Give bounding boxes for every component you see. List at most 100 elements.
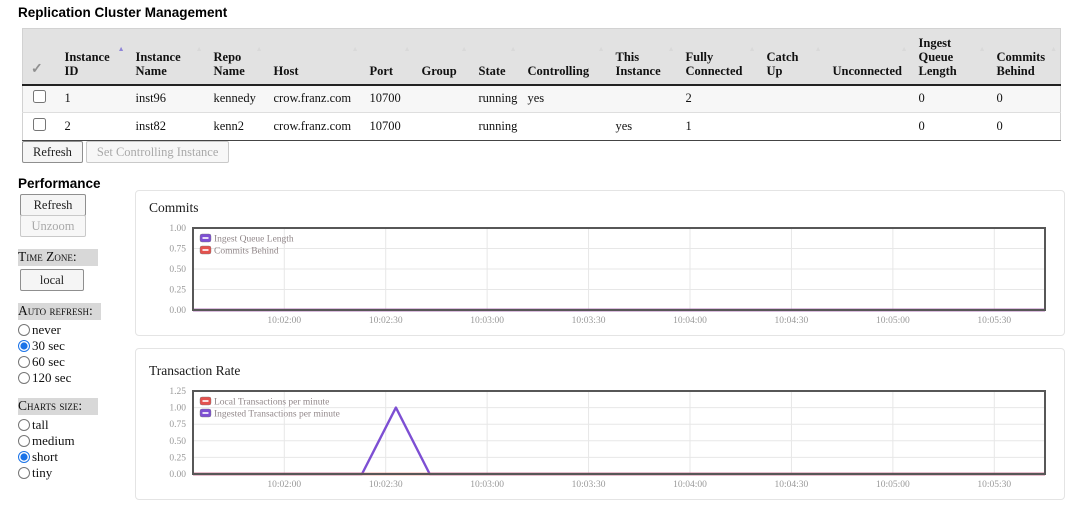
column-header-repo-name[interactable]: Repo Name ▲ xyxy=(205,28,266,86)
svg-text:0.25: 0.25 xyxy=(169,286,186,296)
column-header-label: Instance Name xyxy=(135,49,181,78)
radio-input-tall[interactable] xyxy=(18,419,30,431)
svg-text:0.75: 0.75 xyxy=(169,245,186,255)
sort-arrow-icon: ▲ xyxy=(1050,45,1057,53)
svg-text:Ingest Queue Length: Ingest Queue Length xyxy=(214,235,294,245)
select-all-check-icon: ✓ xyxy=(31,61,43,77)
svg-text:0.50: 0.50 xyxy=(169,437,186,447)
radio-option-30-sec[interactable]: 30 sec xyxy=(18,338,130,354)
svg-text:10:02:00: 10:02:00 xyxy=(267,480,301,490)
radio-label: never xyxy=(32,322,61,337)
column-header-state[interactable]: State ▲ xyxy=(470,28,520,86)
column-header-label: Catch Up xyxy=(766,49,799,78)
column-header-ingest-queue-length[interactable]: Ingest Queue Length ▲ xyxy=(910,28,989,86)
column-header-label: Host xyxy=(273,63,299,78)
radio-input-60-sec[interactable] xyxy=(18,356,30,368)
cell-commits-behind: 0 xyxy=(996,91,1003,106)
set-controlling-instance-button[interactable]: Set Controlling Instance xyxy=(85,141,230,163)
svg-text:10:05:00: 10:05:00 xyxy=(876,480,910,490)
radio-label: tiny xyxy=(32,465,53,480)
column-header-catch-up[interactable]: Catch Up ▲ xyxy=(758,28,825,86)
column-header-select[interactable]: ✓ xyxy=(22,28,57,86)
column-header-port[interactable]: Port ▲ xyxy=(361,28,414,86)
svg-text:10:03:30: 10:03:30 xyxy=(572,316,606,326)
column-header-label: Port xyxy=(369,63,394,78)
row-checkbox[interactable] xyxy=(33,90,47,104)
performance-title: Performance xyxy=(18,176,101,191)
radio-input-30-sec[interactable] xyxy=(18,340,30,352)
cell-group xyxy=(414,113,471,141)
cluster-table: ✓ Instance ID ▲ Instance Name ▲ Repo Name ▲ Hos… xyxy=(22,28,1061,141)
cell-ingest-queue-length: 0 xyxy=(918,91,925,106)
column-header-commits-behind[interactable]: Commits Behind ▲ xyxy=(988,28,1061,86)
column-header-label: Controlling xyxy=(527,63,590,78)
svg-text:10:04:30: 10:04:30 xyxy=(775,316,809,326)
column-header-unconnected[interactable]: Unconnected ▲ xyxy=(824,28,911,86)
column-header-controlling[interactable]: Controlling ▲ xyxy=(519,28,608,86)
column-header-label: Instance ID xyxy=(64,49,110,78)
radio-option-tall[interactable]: tall xyxy=(18,417,130,433)
cell-fully-connected: 2 xyxy=(685,91,692,106)
cell-ingest-queue-length: 0 xyxy=(918,119,925,133)
sort-arrow-icon: ▲ xyxy=(460,45,468,53)
cell-select xyxy=(23,85,57,113)
transaction-rate-chart-plot[interactable]: 0.00 0.25 0.50 0.75 1.00 1.25 10:02:00 10:02:30… xyxy=(136,349,1064,499)
column-header-host[interactable]: Host ▲ xyxy=(265,28,362,86)
cell-controlling xyxy=(520,113,608,141)
refresh-charts-button[interactable]: Refresh xyxy=(20,194,86,216)
radio-input-120-sec[interactable] xyxy=(18,372,30,384)
radio-option-60-sec[interactable]: 60 sec xyxy=(18,354,130,370)
svg-text:10:05:00: 10:05:00 xyxy=(876,316,910,326)
column-header-label: Fully Connected xyxy=(685,49,743,78)
radio-label: short xyxy=(32,449,58,464)
row-checkbox[interactable] xyxy=(33,118,47,131)
sort-arrow-icon: ▲ xyxy=(117,45,125,53)
column-header-this-instance[interactable]: This Instance ▲ xyxy=(607,28,678,86)
radio-option-tiny[interactable]: tiny xyxy=(18,465,130,481)
cell-catch-up xyxy=(759,113,825,141)
cell-repo-name: kennedy xyxy=(213,91,256,106)
column-header-instance-id[interactable]: Instance ID ▲ xyxy=(56,28,128,86)
sort-arrow-icon: ▲ xyxy=(900,45,908,53)
svg-text:1.00: 1.00 xyxy=(169,404,186,414)
radio-option-120-sec[interactable]: 120 sec xyxy=(18,370,130,386)
sort-arrow-icon: ▲ xyxy=(667,45,675,53)
svg-text:10:04:00: 10:04:00 xyxy=(673,480,707,490)
svg-text:Commits Behind: Commits Behind xyxy=(214,247,279,257)
cell-port: 10700 xyxy=(369,119,401,133)
radio-label: 60 sec xyxy=(32,354,65,369)
radio-option-short[interactable]: short xyxy=(18,449,130,465)
column-header-label: Repo Name xyxy=(213,49,245,78)
unzoom-button[interactable]: Unzoom xyxy=(20,215,86,237)
radio-option-medium[interactable]: medium xyxy=(18,433,130,449)
radio-input-short[interactable] xyxy=(18,451,30,463)
charts-size-label: Charts size: xyxy=(18,398,98,415)
table-actions: Refresh Set Controlling Instance xyxy=(22,141,230,163)
sort-arrow-icon: ▲ xyxy=(509,45,517,53)
radio-option-never[interactable]: never xyxy=(18,322,130,338)
sort-arrow-icon: ▲ xyxy=(814,45,822,53)
column-header-instance-name[interactable]: Instance Name ▲ xyxy=(127,28,206,86)
auto-refresh-label: Auto refresh: xyxy=(18,303,101,320)
svg-text:10:05:30: 10:05:30 xyxy=(977,316,1011,326)
commits-chart-plot[interactable]: 0.00 0.25 0.50 0.75 1.00 10:02:00 10:02:30 10:0… xyxy=(136,191,1064,335)
timezone-button[interactable]: local xyxy=(20,269,84,291)
radio-input-medium[interactable] xyxy=(18,435,30,447)
sort-arrow-icon: ▲ xyxy=(748,45,756,53)
table-row: 1 inst96 kennedy crow.franz.com 10700 running… xyxy=(22,84,1061,113)
refresh-table-button[interactable]: Refresh xyxy=(22,141,83,163)
svg-text:0.25: 0.25 xyxy=(169,453,186,463)
column-header-fully-connected[interactable]: Fully Connected ▲ xyxy=(677,28,759,86)
cell-instance-id: 2 xyxy=(64,119,71,133)
cell-unconnected xyxy=(825,85,911,113)
cell-fully-connected: 1 xyxy=(685,119,692,133)
column-header-label: Ingest Queue Length xyxy=(918,35,957,78)
cluster-table-container: ✓ Instance ID ▲ Instance Name ▲ Repo Name ▲ Hos… xyxy=(22,28,1061,141)
svg-text:10:03:00: 10:03:00 xyxy=(470,316,504,326)
radio-input-tiny[interactable] xyxy=(18,467,30,479)
table-row: 2 inst82 kenn2 crow.franz.com 10700 running ye… xyxy=(22,113,1061,141)
cell-instance-name: inst96 xyxy=(135,91,167,106)
charts-size-radio-group: tall medium short tiny xyxy=(18,417,130,481)
radio-input-never[interactable] xyxy=(18,324,30,336)
column-header-group[interactable]: Group ▲ xyxy=(413,28,471,86)
